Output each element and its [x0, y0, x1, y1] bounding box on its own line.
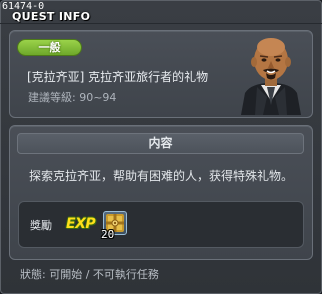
quest-name: [克拉齐亚] 克拉齐亚旅行者的礼物	[27, 70, 209, 84]
window-title: QUEST INFO	[12, 10, 91, 23]
reward-box	[18, 201, 304, 248]
quest-status: 狀態: 可開始 / 不可執行任務	[20, 268, 159, 281]
content-section-header: 内容	[17, 133, 304, 154]
title-divider	[0, 23, 322, 24]
quest-description: 探索克拉齐亚，帮助有困难的人，获得特殊礼物。	[29, 169, 294, 183]
exp-reward-icon: EXP	[66, 216, 96, 232]
reward-label: 獎勵	[30, 219, 52, 232]
reward-item-quantity: 20	[101, 228, 115, 241]
quest-level-range: 建議等級: 90~94	[28, 91, 117, 104]
npc-portrait-icon	[241, 38, 301, 115]
quest-type-badge: 一般	[17, 39, 82, 56]
